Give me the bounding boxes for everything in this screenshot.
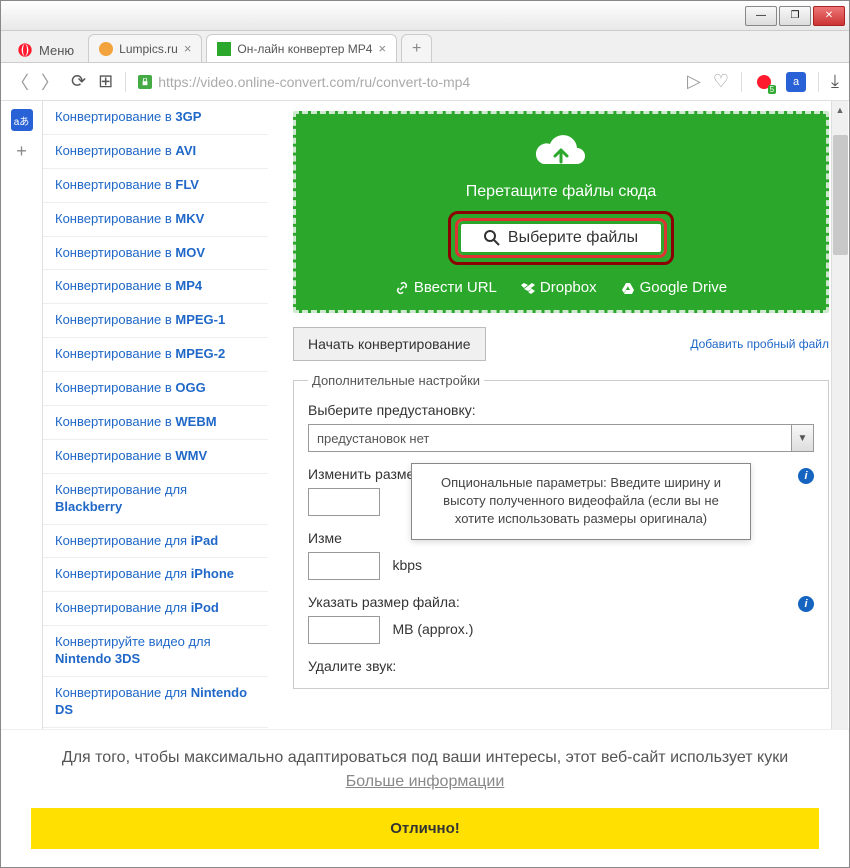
sidebar-item[interactable]: Конвертирование в MOV [43,237,268,271]
preset-label: Выберите предустановку: [308,402,814,418]
sidebar-item[interactable]: Конвертирование в OGG [43,372,268,406]
sidebar-item[interactable]: Конвертирование в WMV [43,440,268,474]
tab-converter[interactable]: Он-лайн конвертер MP4 × [206,34,397,62]
sidebar-item[interactable]: Конвертирование в FLV [43,169,268,203]
cookie-text: Для того, чтобы максимально адаптировать… [31,746,819,794]
cookie-banner: Для того, чтобы максимально адаптировать… [1,729,849,867]
scroll-up-icon[interactable]: ▲ [833,102,848,117]
file-dropzone[interactable]: Перетащите файлы сюда Выберите файлы Вве… [293,111,829,313]
extension-translate-icon[interactable]: a [786,72,806,92]
scroll-thumb[interactable] [833,135,848,255]
menu-label: Меню [39,43,74,58]
sidebar-item[interactable]: Конвертируйте видео для Nintendo 3DS [43,626,268,677]
lock-icon [138,75,152,89]
favicon-icon [99,42,113,56]
sidebar-item[interactable]: Конвертирование для iPod [43,592,268,626]
close-tab-icon[interactable]: × [378,41,386,56]
sidebar-item[interactable]: Конвертирование в 3GP [43,101,268,135]
filesize-input[interactable] [308,616,380,644]
preset-select[interactable]: предустановок нет ▼ [308,424,814,452]
dropbox-icon [521,281,535,295]
settings-legend: Дополнительные настройки [308,373,484,388]
sidebar-item[interactable]: Конвертирование для iPad [43,525,268,559]
sidebar-item[interactable]: Конвертирование для Nintendo DS [43,677,268,728]
browser-window: — ❐ ✕ Меню Lumpics.ru × Он-лайн конверте… [0,0,850,868]
url-text: https://video.online-convert.com/ru/conv… [158,74,470,90]
info-icon[interactable]: i [798,468,814,484]
sidebar-translate-icon[interactable]: aあ [11,109,33,131]
back-button[interactable]: 〈 [11,69,29,95]
opera-menu-button[interactable]: Меню [7,38,84,62]
sidebar-item[interactable]: Конвертирование в MKV [43,203,268,237]
new-tab-button[interactable]: + [401,34,432,62]
link-icon [395,281,409,295]
page-scrollbar[interactable]: ▲ [831,101,848,781]
close-window-button[interactable]: ✕ [813,6,845,26]
extension-opera-icon[interactable]: 5 [754,72,774,92]
drag-text: Перетащите файлы сюда [306,183,816,201]
tab-bar: Меню Lumpics.ru × Он-лайн конвертер MP4 … [1,31,849,63]
sidebar-add-button[interactable]: + [16,141,27,162]
heart-icon[interactable]: ♡ [713,71,729,92]
filesize-unit: MB (approx.) [392,621,473,637]
download-icon[interactable]: ⤓ [831,71,839,92]
dropbox-link[interactable]: Dropbox [521,279,597,296]
sidebar-item[interactable]: Конвертирование для Blackberry [43,474,268,525]
gdrive-link[interactable]: Google Drive [621,279,728,296]
minimize-button[interactable]: — [745,6,777,26]
info-icon[interactable]: i [798,596,814,612]
gdrive-icon [621,281,635,295]
width-input[interactable] [308,488,380,516]
search-icon [484,230,500,246]
close-tab-icon[interactable]: × [184,41,192,56]
select-files-button[interactable]: Выберите файлы [455,218,667,258]
sidebar-item[interactable]: Конвертирование в MP4 [43,270,268,304]
sidebar-item[interactable]: Конвертирование в MPEG-1 [43,304,268,338]
cloud-upload-icon [533,132,589,172]
chevron-down-icon[interactable]: ▼ [791,425,813,451]
reload-button[interactable]: ⟳ [71,71,86,92]
address-bar: 〈 〉 ⟳ ⊞ https://video.online-convert.com… [1,63,849,101]
cookie-accept-button[interactable]: Отлично! [31,808,819,849]
select-highlight: Выберите файлы [448,211,674,265]
action-row: Начать конвертирование Добавить пробный … [293,327,829,361]
forward-button: 〉 [41,69,59,95]
sidebar-item[interactable]: Конвертирование для iPhone [43,558,268,592]
sidebar-item[interactable]: Конвертирование в WEBM [43,406,268,440]
speed-dial-button[interactable]: ⊞ [98,71,113,92]
favicon-icon [217,42,231,56]
url-field[interactable]: https://video.online-convert.com/ru/conv… [138,74,675,90]
enter-url-link[interactable]: Ввести URL [395,279,497,296]
tab-title: Lumpics.ru [119,42,178,56]
trial-file-link[interactable]: Добавить пробный файл [690,337,829,351]
filesize-label: Указать размер файла: [308,594,814,610]
source-links: Ввести URL Dropbox Google Drive [306,279,816,296]
tab-title: Он-лайн конвертер MP4 [237,42,372,56]
sidebar-item[interactable]: Конвертирование в AVI [43,135,268,169]
cookie-more-link[interactable]: Больше информации [346,773,505,790]
maximize-button[interactable]: ❐ [779,6,811,26]
window-titlebar: — ❐ ✕ [1,1,849,31]
tooltip: Опциональные параметры: Введите ширину и… [411,463,751,540]
bitrate-input[interactable] [308,552,380,580]
sidebar-item[interactable]: Конвертирование в MPEG-2 [43,338,268,372]
start-convert-button[interactable]: Начать конвертирование [293,327,486,361]
bitrate-unit: kbps [392,557,422,573]
tab-lumpics[interactable]: Lumpics.ru × [88,34,202,62]
audio-label: Удалите звук: [308,658,814,674]
share-icon[interactable]: ▷ [687,71,701,92]
